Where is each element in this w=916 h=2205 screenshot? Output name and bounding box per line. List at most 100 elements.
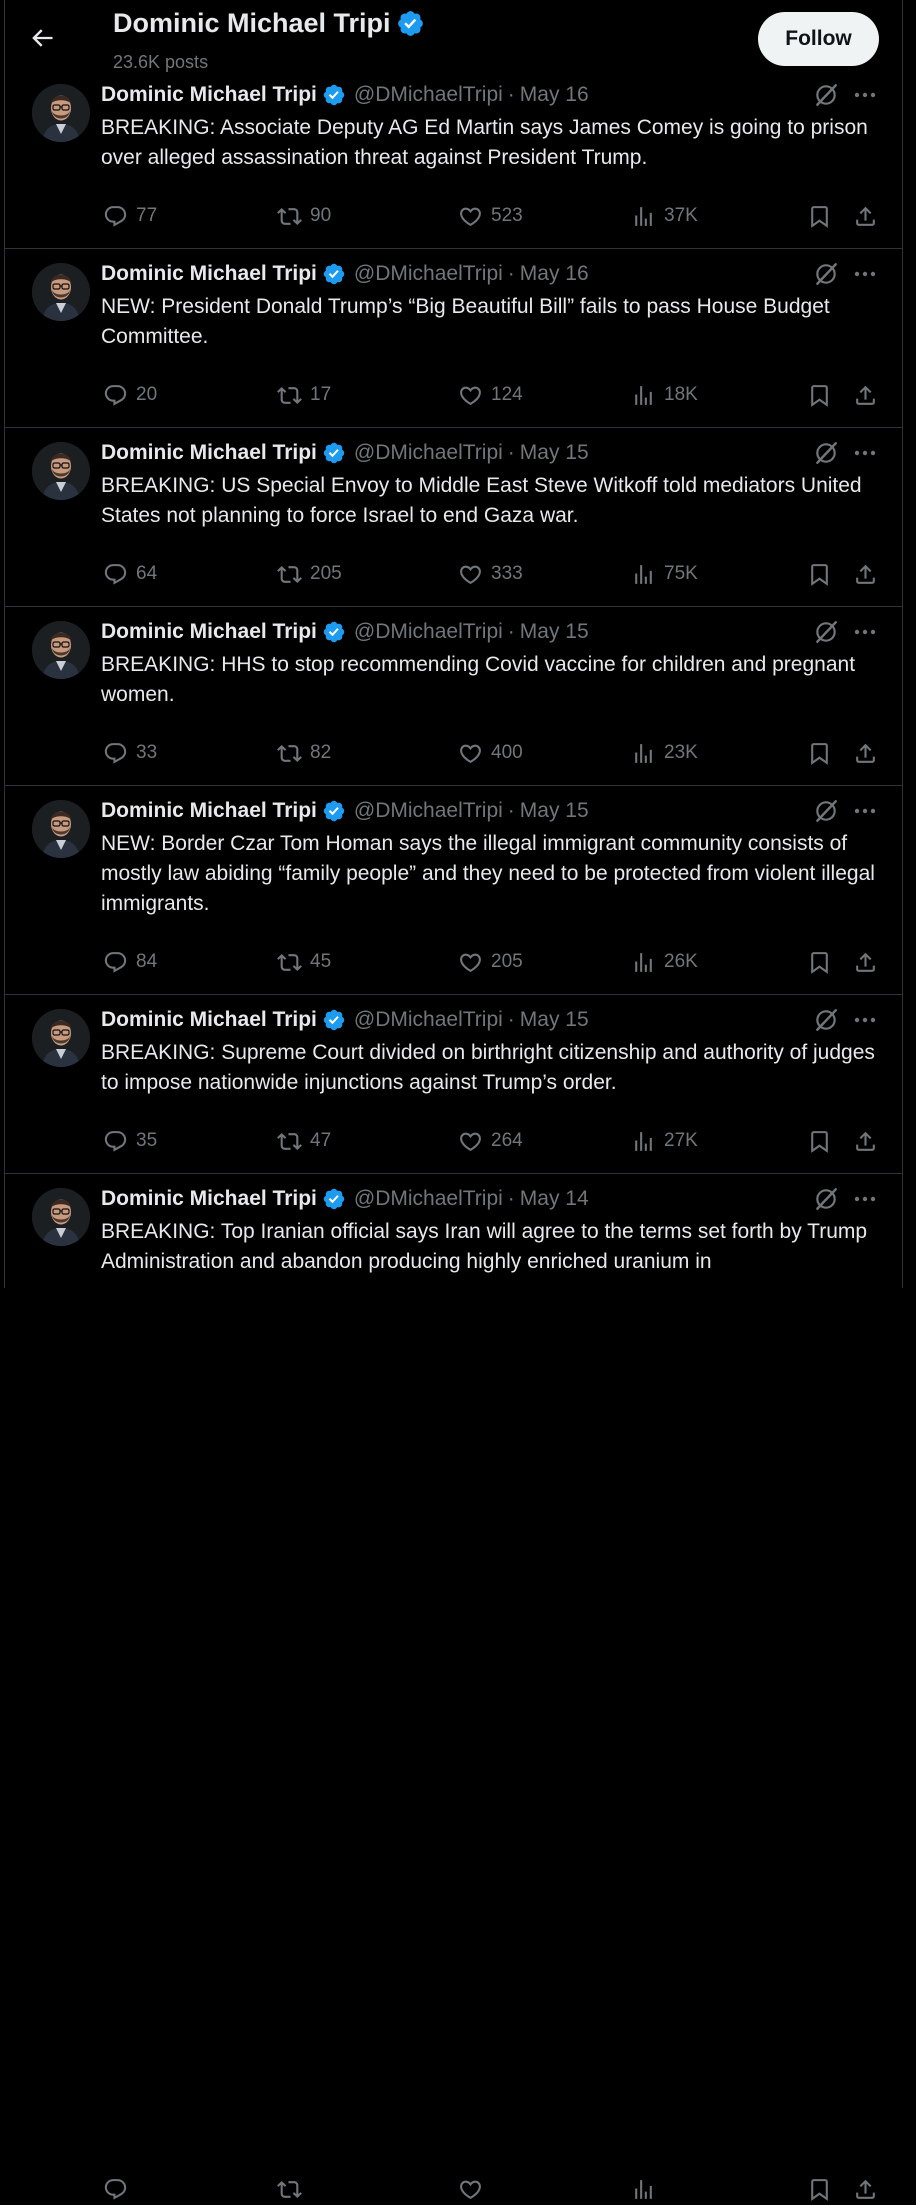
- share-button[interactable]: [853, 200, 878, 232]
- reply-button[interactable]: 84: [103, 946, 157, 978]
- views-button[interactable]: 75K: [631, 558, 698, 590]
- bookmark-button[interactable]: [807, 737, 832, 769]
- follow-button[interactable]: Follow: [758, 12, 879, 66]
- reply-button[interactable]: [103, 2173, 136, 2205]
- bookmark-button[interactable]: [807, 558, 832, 590]
- grok-button[interactable]: [813, 1186, 839, 1212]
- author-handle[interactable]: @DMichaelTripi: [354, 83, 503, 107]
- author-name[interactable]: Dominic Michael Tripi: [101, 83, 317, 107]
- like-button[interactable]: 400: [458, 737, 523, 769]
- verified-badge-icon: [323, 84, 345, 106]
- more-button[interactable]: [851, 440, 879, 466]
- author-name[interactable]: Dominic Michael Tripi: [101, 262, 317, 286]
- views-button[interactable]: 26K: [631, 946, 698, 978]
- tweet[interactable]: Dominic Michael Tripi @DMichaelTripi · M…: [5, 70, 903, 249]
- repost-button[interactable]: 205: [277, 558, 342, 590]
- like-button[interactable]: 523: [458, 200, 523, 232]
- author-handle[interactable]: @DMichaelTripi: [354, 262, 503, 286]
- like-button[interactable]: 205: [458, 946, 523, 978]
- share-button[interactable]: [853, 379, 878, 411]
- like-button[interactable]: [458, 2173, 491, 2205]
- avatar[interactable]: [32, 1009, 90, 1067]
- repost-button[interactable]: 17: [277, 379, 331, 411]
- more-button[interactable]: [851, 1007, 879, 1033]
- repost-button[interactable]: [277, 2173, 310, 2205]
- tweet-date[interactable]: May 16: [520, 83, 589, 107]
- author-handle[interactable]: @DMichaelTripi: [354, 1187, 503, 1211]
- grok-button[interactable]: [813, 798, 839, 824]
- share-button[interactable]: [853, 946, 878, 978]
- tweet-date[interactable]: May 15: [520, 620, 589, 644]
- author-name[interactable]: Dominic Michael Tripi: [101, 1008, 317, 1032]
- author-name[interactable]: Dominic Michael Tripi: [101, 620, 317, 644]
- views-button[interactable]: 27K: [631, 1125, 698, 1157]
- tweet[interactable]: Dominic Michael Tripi @DMichaelTripi · M…: [5, 1174, 903, 2201]
- grok-button[interactable]: [813, 440, 839, 466]
- tweet-date[interactable]: May 16: [520, 262, 589, 286]
- more-button[interactable]: [851, 82, 879, 108]
- reply-button[interactable]: 35: [103, 1125, 157, 1157]
- views-button[interactable]: 23K: [631, 737, 698, 769]
- repost-button[interactable]: 90: [277, 200, 331, 232]
- tweet[interactable]: Dominic Michael Tripi @DMichaelTripi · M…: [5, 786, 903, 995]
- author-name[interactable]: Dominic Michael Tripi: [101, 1187, 317, 1211]
- tweet[interactable]: Dominic Michael Tripi @DMichaelTripi · M…: [5, 995, 903, 1174]
- grok-button[interactable]: [813, 1007, 839, 1033]
- avatar[interactable]: [32, 442, 90, 500]
- bookmark-button[interactable]: [807, 946, 832, 978]
- avatar[interactable]: [32, 800, 90, 858]
- reply-button[interactable]: 20: [103, 379, 157, 411]
- author-name[interactable]: Dominic Michael Tripi: [101, 799, 317, 823]
- tweet-date[interactable]: May 15: [520, 1008, 589, 1032]
- share-button[interactable]: [853, 737, 878, 769]
- more-button[interactable]: [851, 1186, 879, 1212]
- tweet-date[interactable]: May 15: [520, 441, 589, 465]
- avatar[interactable]: [32, 84, 90, 142]
- tweet[interactable]: Dominic Michael Tripi @DMichaelTripi · M…: [5, 249, 903, 428]
- grok-button[interactable]: [813, 82, 839, 108]
- views-button[interactable]: 18K: [631, 379, 698, 411]
- author-name[interactable]: Dominic Michael Tripi: [101, 441, 317, 465]
- grok-button[interactable]: [813, 261, 839, 287]
- author-handle[interactable]: @DMichaelTripi: [354, 620, 503, 644]
- retweet-icon: [277, 744, 302, 762]
- like-button[interactable]: 333: [458, 558, 523, 590]
- more-button[interactable]: [851, 619, 879, 645]
- more-button[interactable]: [851, 798, 879, 824]
- repost-button[interactable]: 82: [277, 737, 331, 769]
- share-button[interactable]: [853, 2173, 878, 2205]
- like-icon: [460, 744, 481, 763]
- avatar[interactable]: [32, 621, 90, 679]
- back-button[interactable]: [28, 24, 60, 56]
- tweet[interactable]: Dominic Michael Tripi @DMichaelTripi · M…: [5, 607, 903, 786]
- reply-icon: [104, 742, 127, 764]
- reply-count: 33: [136, 742, 158, 763]
- avatar[interactable]: [32, 1188, 90, 1246]
- like-count: 400: [491, 742, 523, 763]
- more-button[interactable]: [851, 261, 879, 287]
- reply-button[interactable]: 64: [103, 558, 157, 590]
- share-button[interactable]: [853, 558, 878, 590]
- views-button[interactable]: [631, 2173, 664, 2205]
- author-handle[interactable]: @DMichaelTripi: [354, 799, 503, 823]
- repost-button[interactable]: 45: [277, 946, 331, 978]
- grok-button[interactable]: [813, 619, 839, 645]
- avatar[interactable]: [32, 263, 90, 321]
- verified-badge-icon: [323, 263, 345, 285]
- repost-button[interactable]: 47: [277, 1125, 331, 1157]
- bookmark-button[interactable]: [807, 2173, 832, 2205]
- bookmark-button[interactable]: [807, 1125, 832, 1157]
- author-handle[interactable]: @DMichaelTripi: [354, 1008, 503, 1032]
- reply-button[interactable]: 77: [103, 200, 157, 232]
- bookmark-button[interactable]: [807, 200, 832, 232]
- tweet-date[interactable]: May 15: [520, 799, 589, 823]
- bookmark-button[interactable]: [807, 379, 832, 411]
- reply-button[interactable]: 33: [103, 737, 157, 769]
- share-button[interactable]: [853, 1125, 878, 1157]
- tweet[interactable]: Dominic Michael Tripi @DMichaelTripi · M…: [5, 428, 903, 607]
- like-button[interactable]: 264: [458, 1125, 523, 1157]
- like-button[interactable]: 124: [458, 379, 523, 411]
- views-button[interactable]: 37K: [631, 200, 698, 232]
- author-handle[interactable]: @DMichaelTripi: [354, 441, 503, 465]
- tweet-date[interactable]: May 14: [520, 1187, 589, 1211]
